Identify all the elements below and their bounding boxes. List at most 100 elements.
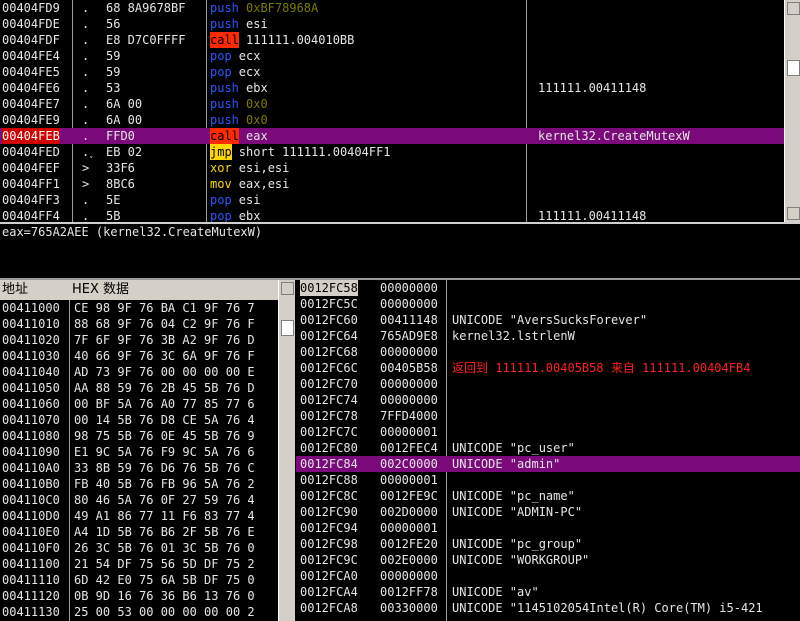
stack-row[interactable]: 0012FC78 7FFD4000 [296,408,800,424]
dump-row[interactable]: 004110A0 33 8B 59 76 D6 76 5B 76 C [0,460,278,476]
disasm-operand: esi [238,193,261,207]
stack-row[interactable]: 0012FC84 002C0000 UNICODE "admin" [296,456,800,472]
stack-row[interactable]: 0012FC68 00000000 [296,344,800,360]
disassembly-scrollbar[interactable] [784,0,800,222]
stack-pane[interactable]: 0012FC58 00000000 0012FC5C 00000000 0012FC60… [296,280,800,621]
dump-address: 004110E0 [2,525,60,539]
disasm-operand: eax [246,129,268,143]
disasm-operand: ebx [246,81,268,95]
disasm-row[interactable]: 00404FE5. 59 pop ecx [0,64,784,80]
dump-hex: 26 3C 5B 76 01 3C 5B 76 0 [74,541,255,555]
stack-row[interactable]: 0012FCA0 00000000 [296,568,800,584]
stack-value: 00000000 [380,569,438,583]
disasm-mnemonic: mov [210,177,232,191]
dump-address: 004110C0 [2,493,60,507]
stack-row[interactable]: 0012FCA8 00330000 UNICODE "1145102054Intel… [296,600,800,616]
stack-row[interactable]: 0012FCA4 0012FF78 UNICODE "av" [296,584,800,600]
dump-row[interactable]: 004110C0 80 46 5A 76 0F 27 59 76 4 [0,492,278,508]
dump-row[interactable]: 00411100 21 54 DF 75 56 5D DF 75 2 [0,556,278,572]
stack-row[interactable]: 0012FC74 00000000 [296,392,800,408]
stack-row[interactable]: 0012FC90 002D0000 UNICODE "ADMIN-PC" [296,504,800,520]
stack-address: 0012FC70 [300,377,358,391]
stack-row[interactable]: 0012FC6C 00405B58 返回到 111111.00405B58 来自 1… [296,360,800,376]
dump-row[interactable]: 00411050 AA 88 59 76 2B 45 5B 76 D [0,380,278,396]
disasm-row[interactable]: 00404FE7. 6A 00 push 0x0 [0,96,784,112]
disasm-comment: 111111.00411148 [538,209,647,222]
disasm-hex: 59 [106,65,121,79]
disasm-mark: > [82,161,90,175]
dump-row[interactable]: 00411080 98 75 5B 76 0E 45 5B 76 9 [0,428,278,444]
stack-row[interactable]: 0012FC80 0012FEC4 UNICODE "pc_user" [296,440,800,456]
disasm-address: 00404FEB [2,128,60,144]
scroll-up-arrow[interactable] [787,2,800,15]
dump-row[interactable]: 00411060 00 BF 5A 76 A0 77 85 77 6 [0,396,278,412]
disasm-row[interactable]: 00404FED .˯ EB 02 jmp short 111111.00404FF1 [0,144,784,160]
dump-row[interactable]: 00411110 6D 42 E0 75 6A 5B DF 75 0 [0,572,278,588]
disasm-row[interactable]: 00404FEF >33F6 xor esi,esi [0,160,784,176]
dump-row[interactable]: 00411000 CE 98 9F 76 BA C1 9F 76 7 [0,300,278,316]
dump-address: 00411090 [2,445,60,459]
disassembly-pane[interactable]: 00404FD9. 68 8A9678BF push 0xBF78968A 00404F… [0,0,784,222]
dump-row[interactable]: 00411010 88 68 9F 76 04 C2 9F 76 F [0,316,278,332]
dump-pane[interactable]: 地址 HEX 数据 00411000 CE 98 9F 76 BA C1 9F 7… [0,280,278,621]
scroll-thumb[interactable] [787,60,800,76]
dump-row[interactable]: 00411090 E1 9C 5A 76 F9 9C 5A 76 6 [0,444,278,460]
stack-value: 00000000 [380,345,438,359]
disasm-row[interactable]: 00404FF4. 5B pop ebx 111111.00411148 [0,208,784,222]
stack-comment: UNICODE "pc_name" [452,489,575,503]
stack-value: 00000000 [380,393,438,407]
stack-address: 0012FC80 [300,441,358,455]
disasm-operand: ebx [238,209,261,222]
disasm-row[interactable]: 00404FE9. 6A 00 push 0x0 [0,112,784,128]
stack-row[interactable]: 0012FC9C 002E0000 UNICODE "WORKGROUP" [296,552,800,568]
dump-scrollbar[interactable] [278,280,295,621]
dump-row[interactable]: 004110F0 26 3C 5B 76 01 3C 5B 76 0 [0,540,278,556]
stack-row[interactable]: 0012FC88 00000001 [296,472,800,488]
disasm-row[interactable]: 00404FE4. 59 pop ecx [0,48,784,64]
disasm-hex: 68 8A9678BF [106,1,186,15]
dump-header-address[interactable]: 地址 [0,280,71,300]
stack-row[interactable]: 0012FC70 00000000 [296,376,800,392]
dump-hex: 00 BF 5A 76 A0 77 85 77 6 [74,397,255,411]
disasm-hex: EB 02 [106,145,143,159]
stack-value: 00000000 [380,297,438,311]
stack-row[interactable]: 0012FC60 00411148 UNICODE "AversSucksForev… [296,312,800,328]
dump-header-hex[interactable]: HEX 数据 [70,280,278,300]
dump-row[interactable]: 004110D0 49 A1 86 77 11 F6 83 77 4 [0,508,278,524]
stack-row[interactable]: 0012FC58 00000000 [296,280,800,296]
dump-address: 004110B0 [2,477,60,491]
disasm-mark: . [82,49,90,63]
dump-row[interactable]: 00411020 7F 6F 9F 76 3B A2 9F 76 D [0,332,278,348]
stack-address: 0012FC98 [300,537,358,551]
disasm-row[interactable]: 00404FF3. 5E pop esi [0,192,784,208]
disasm-row[interactable]: 00404FDF. E8 D7C0FFFF call 111111.004010BB [0,32,784,48]
disasm-row[interactable]: 00404FDE. 56 push esi [0,16,784,32]
stack-row[interactable]: 0012FC94 00000001 [296,520,800,536]
stack-value: 0012FE20 [380,537,438,551]
disasm-mark: > [82,177,90,191]
stack-row[interactable]: 0012FC8C 0012FE9C UNICODE "pc_name" [296,488,800,504]
disasm-mark: . [82,193,90,207]
disasm-row[interactable]: 00404FE6. 53 push ebx 111111.00411148 [0,80,784,96]
dump-row[interactable]: 00411120 0B 9D 16 76 36 B6 13 76 0 [0,588,278,604]
disasm-row[interactable]: 00404FD9. 68 8A9678BF push 0xBF78968A [0,0,784,16]
dump-row[interactable]: 00411130 25 00 53 00 00 00 00 00 2 [0,604,278,620]
disasm-row[interactable]: 00404FEB. FFD0 call eax kernel32.CreateMutex… [0,128,784,144]
stack-comment: UNICODE "AversSucksForever" [452,313,648,327]
scroll-thumb[interactable] [281,320,294,336]
stack-address: 0012FC5C [300,297,358,311]
dump-row[interactable]: 00411030 40 66 9F 76 3C 6A 9F 76 F [0,348,278,364]
dump-row[interactable]: 004110E0 A4 1D 5B 76 B6 2F 5B 76 E [0,524,278,540]
dump-row[interactable]: 00411070 00 14 5B 76 D8 CE 5A 76 4 [0,412,278,428]
dump-row[interactable]: 00411040 AD 73 9F 76 00 00 00 00 E [0,364,278,380]
scroll-down-arrow[interactable] [787,207,800,220]
stack-row[interactable]: 0012FC5C 00000000 [296,296,800,312]
dump-row[interactable]: 004110B0 FB 40 5B 76 FB 96 5A 76 2 [0,476,278,492]
stack-row[interactable]: 0012FC98 0012FE20 UNICODE "pc_group" [296,536,800,552]
disasm-mark: . [82,1,90,15]
stack-row[interactable]: 0012FC64 765AD9E8 kernel32.lstrlenW [296,328,800,344]
disasm-row[interactable]: 00404FF1 >8BC6 mov eax,esi [0,176,784,192]
stack-row[interactable]: 0012FC7C 00000001 [296,424,800,440]
disasm-hex: E8 D7C0FFFF [106,33,186,47]
scroll-up-arrow[interactable] [281,282,294,295]
